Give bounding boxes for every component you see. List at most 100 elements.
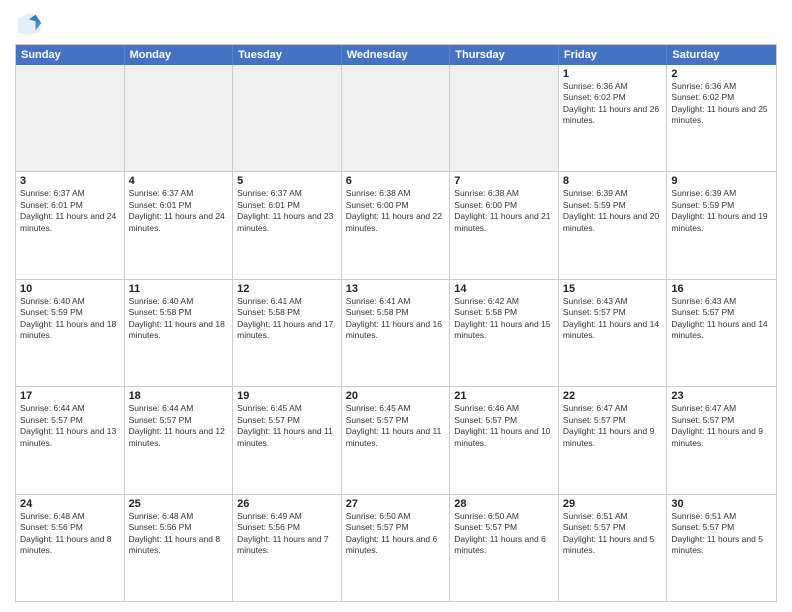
day-number: 11 — [129, 283, 229, 295]
day-number: 12 — [237, 283, 337, 295]
day-number: 7 — [454, 175, 554, 187]
calendar-cell: 11Sunrise: 6:40 AM Sunset: 5:58 PM Dayli… — [125, 280, 234, 386]
day-number: 3 — [20, 175, 120, 187]
day-number: 25 — [129, 498, 229, 510]
day-info: Sunrise: 6:38 AM Sunset: 6:00 PM Dayligh… — [346, 188, 446, 234]
header-day-tuesday: Tuesday — [233, 45, 342, 65]
day-info: Sunrise: 6:40 AM Sunset: 5:58 PM Dayligh… — [129, 296, 229, 342]
day-info: Sunrise: 6:47 AM Sunset: 5:57 PM Dayligh… — [563, 403, 663, 449]
day-info: Sunrise: 6:42 AM Sunset: 5:58 PM Dayligh… — [454, 296, 554, 342]
calendar-cell: 20Sunrise: 6:45 AM Sunset: 5:57 PM Dayli… — [342, 387, 451, 493]
calendar-cell: 5Sunrise: 6:37 AM Sunset: 6:01 PM Daylig… — [233, 172, 342, 278]
day-info: Sunrise: 6:48 AM Sunset: 5:56 PM Dayligh… — [129, 511, 229, 557]
day-info: Sunrise: 6:49 AM Sunset: 5:56 PM Dayligh… — [237, 511, 337, 557]
day-info: Sunrise: 6:37 AM Sunset: 6:01 PM Dayligh… — [237, 188, 337, 234]
day-info: Sunrise: 6:44 AM Sunset: 5:57 PM Dayligh… — [20, 403, 120, 449]
calendar: SundayMondayTuesdayWednesdayThursdayFrid… — [15, 44, 777, 602]
calendar-cell: 6Sunrise: 6:38 AM Sunset: 6:00 PM Daylig… — [342, 172, 451, 278]
calendar-row-2: 3Sunrise: 6:37 AM Sunset: 6:01 PM Daylig… — [16, 171, 776, 278]
day-number: 24 — [20, 498, 120, 510]
day-info: Sunrise: 6:44 AM Sunset: 5:57 PM Dayligh… — [129, 403, 229, 449]
day-info: Sunrise: 6:41 AM Sunset: 5:58 PM Dayligh… — [237, 296, 337, 342]
calendar-row-5: 24Sunrise: 6:48 AM Sunset: 5:56 PM Dayli… — [16, 494, 776, 601]
day-number: 10 — [20, 283, 120, 295]
day-info: Sunrise: 6:37 AM Sunset: 6:01 PM Dayligh… — [129, 188, 229, 234]
day-info: Sunrise: 6:43 AM Sunset: 5:57 PM Dayligh… — [563, 296, 663, 342]
day-number: 18 — [129, 390, 229, 402]
page: SundayMondayTuesdayWednesdayThursdayFrid… — [0, 0, 792, 612]
day-info: Sunrise: 6:51 AM Sunset: 5:57 PM Dayligh… — [671, 511, 772, 557]
header-day-sunday: Sunday — [16, 45, 125, 65]
day-number: 1 — [563, 68, 663, 80]
day-info: Sunrise: 6:39 AM Sunset: 5:59 PM Dayligh… — [563, 188, 663, 234]
day-info: Sunrise: 6:37 AM Sunset: 6:01 PM Dayligh… — [20, 188, 120, 234]
calendar-row-1: 1 Sunrise: 6:36 AM Sunset: 6:02 PM Daylig… — [16, 65, 776, 171]
calendar-cell — [342, 65, 451, 171]
calendar-cell: 7Sunrise: 6:38 AM Sunset: 6:00 PM Daylig… — [450, 172, 559, 278]
calendar-cell: 3Sunrise: 6:37 AM Sunset: 6:01 PM Daylig… — [16, 172, 125, 278]
day-number: 13 — [346, 283, 446, 295]
day-info: Sunrise: 6:41 AM Sunset: 5:58 PM Dayligh… — [346, 296, 446, 342]
calendar-body: 1 Sunrise: 6:36 AM Sunset: 6:02 PM Daylig… — [16, 65, 776, 601]
day-number: 30 — [671, 498, 772, 510]
calendar-cell: 13Sunrise: 6:41 AM Sunset: 5:58 PM Dayli… — [342, 280, 451, 386]
calendar-cell: 22Sunrise: 6:47 AM Sunset: 5:57 PM Dayli… — [559, 387, 668, 493]
calendar-cell — [450, 65, 559, 171]
day-info: Sunrise: 6:38 AM Sunset: 6:00 PM Dayligh… — [454, 188, 554, 234]
calendar-cell: 12Sunrise: 6:41 AM Sunset: 5:58 PM Dayli… — [233, 280, 342, 386]
calendar-cell: 1Sunrise: 6:36 AM Sunset: 6:02 PM Daylig… — [559, 65, 668, 171]
calendar-row-4: 17Sunrise: 6:44 AM Sunset: 5:57 PM Dayli… — [16, 386, 776, 493]
header-day-saturday: Saturday — [667, 45, 776, 65]
day-number: 6 — [346, 175, 446, 187]
logo-icon — [15, 10, 43, 38]
day-info: Sunrise: 6:46 AM Sunset: 5:57 PM Dayligh… — [454, 403, 554, 449]
calendar-cell: 24Sunrise: 6:48 AM Sunset: 5:56 PM Dayli… — [16, 495, 125, 601]
header-day-thursday: Thursday — [450, 45, 559, 65]
header — [15, 10, 777, 38]
day-number: 2 — [671, 68, 772, 80]
day-number: 29 — [563, 498, 663, 510]
day-info: Sunrise: 6:51 AM Sunset: 5:57 PM Dayligh… — [563, 511, 663, 557]
calendar-cell: 9Sunrise: 6:39 AM Sunset: 5:59 PM Daylig… — [667, 172, 776, 278]
day-info: Sunrise: 6:39 AM Sunset: 5:59 PM Dayligh… — [671, 188, 772, 234]
calendar-cell: 14Sunrise: 6:42 AM Sunset: 5:58 PM Dayli… — [450, 280, 559, 386]
calendar-cell — [125, 65, 234, 171]
calendar-cell: 2Sunrise: 6:36 AM Sunset: 6:02 PM Daylig… — [667, 65, 776, 171]
calendar-cell: 21Sunrise: 6:46 AM Sunset: 5:57 PM Dayli… — [450, 387, 559, 493]
calendar-cell: 17Sunrise: 6:44 AM Sunset: 5:57 PM Dayli… — [16, 387, 125, 493]
day-number: 8 — [563, 175, 663, 187]
day-number: 22 — [563, 390, 663, 402]
day-number: 5 — [237, 175, 337, 187]
day-number: 19 — [237, 390, 337, 402]
calendar-cell: 23Sunrise: 6:47 AM Sunset: 5:57 PM Dayli… — [667, 387, 776, 493]
calendar-cell: 8Sunrise: 6:39 AM Sunset: 5:59 PM Daylig… — [559, 172, 668, 278]
day-number: 27 — [346, 498, 446, 510]
day-number: 26 — [237, 498, 337, 510]
header-day-monday: Monday — [125, 45, 234, 65]
calendar-cell: 27Sunrise: 6:50 AM Sunset: 5:57 PM Dayli… — [342, 495, 451, 601]
day-number: 21 — [454, 390, 554, 402]
day-info: Sunrise: 6:47 AM Sunset: 5:57 PM Dayligh… — [671, 403, 772, 449]
calendar-cell: 26Sunrise: 6:49 AM Sunset: 5:56 PM Dayli… — [233, 495, 342, 601]
day-info: Sunrise: 6:43 AM Sunset: 5:57 PM Dayligh… — [671, 296, 772, 342]
calendar-row-3: 10Sunrise: 6:40 AM Sunset: 5:59 PM Dayli… — [16, 279, 776, 386]
day-number: 14 — [454, 283, 554, 295]
calendar-header: SundayMondayTuesdayWednesdayThursdayFrid… — [16, 45, 776, 65]
calendar-cell: 16Sunrise: 6:43 AM Sunset: 5:57 PM Dayli… — [667, 280, 776, 386]
calendar-cell: 28Sunrise: 6:50 AM Sunset: 5:57 PM Dayli… — [450, 495, 559, 601]
day-number: 4 — [129, 175, 229, 187]
calendar-cell: 10Sunrise: 6:40 AM Sunset: 5:59 PM Dayli… — [16, 280, 125, 386]
calendar-cell: 29Sunrise: 6:51 AM Sunset: 5:57 PM Dayli… — [559, 495, 668, 601]
day-number: 28 — [454, 498, 554, 510]
day-number: 20 — [346, 390, 446, 402]
day-number: 23 — [671, 390, 772, 402]
logo — [15, 10, 47, 38]
calendar-cell: 4Sunrise: 6:37 AM Sunset: 6:01 PM Daylig… — [125, 172, 234, 278]
day-info: Sunrise: 6:45 AM Sunset: 5:57 PM Dayligh… — [237, 403, 337, 449]
calendar-cell — [233, 65, 342, 171]
header-day-friday: Friday — [559, 45, 668, 65]
day-info: Sunrise: 6:48 AM Sunset: 5:56 PM Dayligh… — [20, 511, 120, 557]
day-number: 16 — [671, 283, 772, 295]
header-day-wednesday: Wednesday — [342, 45, 451, 65]
day-info: Sunrise: 6:36 AM Sunset: 6:02 PM Dayligh… — [671, 81, 772, 127]
